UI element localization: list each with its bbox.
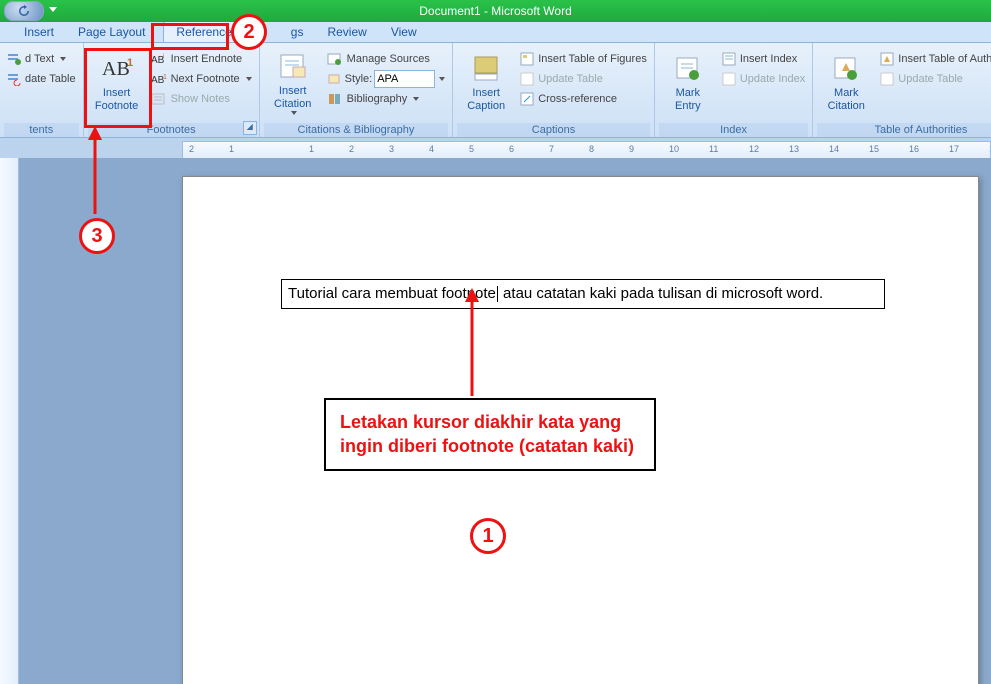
vertical-ruler[interactable] [0, 158, 19, 684]
group-toa: Mark Citation Insert Table of Authoritie… [813, 43, 991, 137]
group-footnotes: AB1 Insert Footnote ABiInsert Endnote AB… [84, 43, 260, 137]
qat-dropdown-icon[interactable] [48, 4, 62, 18]
show-notes-icon [151, 92, 167, 106]
mark-entry-icon [672, 53, 704, 85]
group-label-index: Index [659, 123, 808, 137]
update-index-button: Update Index [719, 69, 808, 89]
title-bar: Document1 - Microsoft Word [0, 0, 991, 22]
group-toc: d Text date Table tents [0, 43, 84, 137]
citation-icon [277, 51, 309, 83]
cross-reference-button[interactable]: Cross-reference [517, 89, 650, 109]
update-toa-button: Update Table [877, 69, 991, 89]
office-button[interactable] [4, 1, 44, 21]
manage-sources-icon [327, 52, 343, 66]
mark-citation-icon [830, 53, 862, 85]
group-index: Mark Entry Insert Index Update Index Ind… [655, 43, 813, 137]
update-index-icon [722, 72, 736, 86]
insert-tof-button[interactable]: Insert Table of Figures [517, 49, 650, 69]
group-citations: Insert Citation Manage Sources Style: Bi… [260, 43, 454, 137]
group-label-toa: Table of Authorities [817, 123, 991, 137]
svg-text:AB: AB [102, 58, 130, 80]
add-text-button[interactable]: d Text [4, 49, 79, 69]
toa-icon [880, 52, 894, 66]
svg-text:1: 1 [163, 74, 167, 81]
show-notes-button: Show Notes [148, 89, 255, 109]
update-toa-icon [880, 72, 894, 86]
mark-citation-button[interactable]: Mark Citation [817, 45, 875, 121]
tab-partial[interactable]: gs [279, 22, 316, 42]
crossref-icon [520, 92, 534, 106]
mark-entry-button[interactable]: Mark Entry [659, 45, 717, 121]
group-captions: Insert Caption Insert Table of Figures U… [453, 43, 655, 137]
group-label-citations: Citations & Bibliography [264, 123, 449, 137]
svg-text:i: i [163, 54, 164, 60]
insert-toa-button[interactable]: Insert Table of Authorities [877, 49, 991, 69]
bibliography-icon [327, 92, 343, 106]
annotation-number-2: 2 [231, 14, 267, 50]
insert-citation-button[interactable]: Insert Citation [264, 45, 322, 121]
insert-index-button[interactable]: Insert Index [719, 49, 808, 69]
group-label-toc: tents [4, 123, 79, 137]
next-footnote-icon: AB1 [151, 72, 167, 86]
tab-page-layout[interactable]: Page Layout [66, 22, 157, 42]
tab-review[interactable]: Review [315, 22, 378, 42]
insert-index-icon [722, 52, 736, 66]
style-input[interactable] [374, 70, 435, 88]
bibliography-button[interactable]: Bibliography [324, 89, 449, 109]
annotation-number-1: 1 [470, 518, 506, 554]
update-icon [520, 72, 534, 86]
annotation-number-3: 3 [79, 218, 115, 254]
window-title: Document1 - Microsoft Word [419, 4, 572, 18]
ribbon: d Text date Table tents AB1 Insert Footn… [0, 43, 991, 138]
style-icon [327, 72, 343, 86]
horizontal-ruler[interactable]: 21123456789101112131415161718 [182, 141, 991, 159]
group-label-captions: Captions [457, 123, 650, 137]
style-dropdown-icon[interactable] [439, 77, 445, 81]
manage-sources-button[interactable]: Manage Sources [324, 49, 449, 69]
text-cursor [497, 286, 498, 302]
refresh-icon [18, 5, 30, 17]
workspace: Tutorial cara membuat footnote atau cata… [0, 158, 991, 684]
caption-icon [470, 53, 502, 85]
annotation-box-1: Letakan kursor diakhir kata yang ingin d… [324, 398, 656, 471]
insert-caption-button[interactable]: Insert Caption [457, 45, 515, 121]
group-label-footnotes: Footnotes [88, 123, 255, 137]
document-text[interactable]: Tutorial cara membuat footnote atau cata… [281, 279, 885, 309]
svg-text:1: 1 [127, 57, 133, 69]
footnotes-dialog-launcher[interactable]: ◢ [243, 121, 257, 135]
style-selector[interactable]: Style: [324, 69, 449, 89]
tab-insert[interactable]: Insert [12, 22, 66, 42]
insert-footnote-icon: AB1 [101, 53, 133, 85]
endnote-icon: ABi [151, 52, 167, 66]
ribbon-tabs: Insert Page Layout References gs Review … [0, 22, 991, 43]
tab-view[interactable]: View [379, 22, 429, 42]
update-table-button[interactable]: date Table [4, 69, 79, 89]
update-icon [7, 72, 21, 86]
insert-footnote-button[interactable]: AB1 Insert Footnote [88, 45, 146, 121]
next-footnote-button[interactable]: AB1Next Footnote [148, 69, 255, 89]
ruler-area: 21123456789101112131415161718 [0, 138, 991, 160]
tof-icon [520, 52, 534, 66]
update-table-captions-button: Update Table [517, 69, 650, 89]
insert-endnote-button[interactable]: ABiInsert Endnote [148, 49, 255, 69]
add-text-icon [7, 52, 21, 66]
